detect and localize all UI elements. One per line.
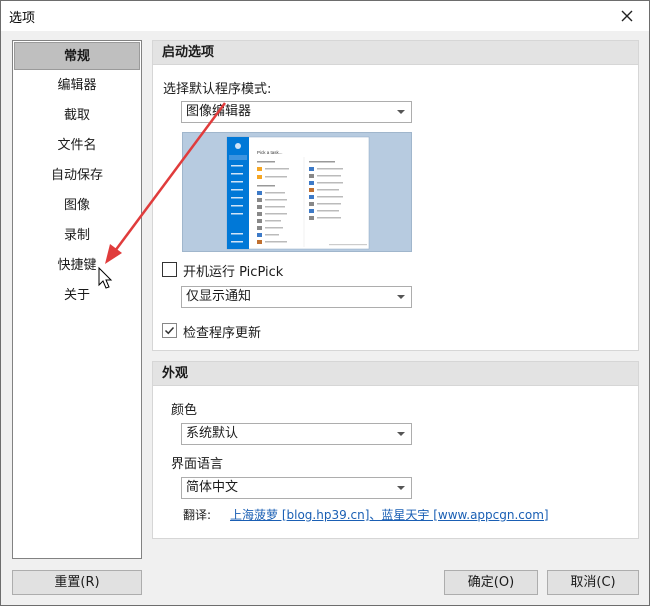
check-updates-label: 检查程序更新	[183, 326, 262, 341]
mode-dropdown-value: 图像编辑器	[186, 104, 252, 119]
run-at-startup-label: 开机运行 PicPick	[183, 265, 284, 280]
appearance-header: 外观	[153, 362, 638, 386]
color-dropdown-value: 系统默认	[186, 426, 239, 441]
sidebar-item-about[interactable]: 关于	[14, 282, 140, 310]
cancel-button[interactable]: 取消(C)	[547, 570, 639, 595]
checkmark-icon	[164, 326, 175, 335]
sidebar-item-hotkeys[interactable]: 快捷键	[14, 252, 140, 280]
window-title: 选项	[9, 11, 36, 26]
ok-button[interactable]: 确定(O)	[444, 570, 538, 595]
language-dropdown[interactable]: 简体中文	[181, 477, 412, 499]
reset-button[interactable]: 重置(R)	[12, 570, 142, 595]
startup-options-header: 启动选项	[153, 41, 638, 65]
translation-label: 翻译:	[183, 508, 212, 522]
sidebar-item-filename[interactable]: 文件名	[14, 132, 140, 160]
color-label: 颜色	[171, 403, 198, 418]
chevron-down-icon	[397, 432, 405, 436]
mode-dropdown[interactable]: 图像编辑器	[181, 101, 412, 123]
chevron-down-icon	[397, 110, 405, 114]
sidebar-item-capture[interactable]: 截取	[14, 102, 140, 130]
language-dropdown-value: 简体中文	[186, 480, 239, 495]
chevron-down-icon	[397, 486, 405, 490]
language-label: 界面语言	[171, 457, 224, 472]
sidebar-nav: 常规 编辑器 截取 文件名 自动保存 图像 录制 快捷键 关于	[12, 40, 142, 559]
run-at-startup-checkbox[interactable]	[162, 262, 177, 277]
sidebar-item-general[interactable]: 常规	[14, 42, 140, 70]
sidebar-item-editor[interactable]: 编辑器	[14, 72, 140, 100]
notify-dropdown-value: 仅显示通知	[186, 289, 252, 304]
translation-link[interactable]: 上海菠萝 [blog.hp39.cn]、蓝星天宇 [www.appcgn.com…	[230, 506, 549, 523]
close-button[interactable]	[613, 4, 641, 28]
notify-dropdown[interactable]: 仅显示通知	[181, 286, 412, 308]
preview-heading: Pick a task...	[257, 150, 283, 155]
options-dialog: 选项 常规 编辑器 截取 文件名 自动保存 图像 录制 快捷键 关于 启动选项 …	[0, 0, 650, 606]
sidebar-item-image[interactable]: 图像	[14, 192, 140, 220]
color-dropdown[interactable]: 系统默认	[181, 423, 412, 445]
check-updates-checkbox[interactable]	[162, 323, 177, 338]
chevron-down-icon	[397, 295, 405, 299]
close-icon	[621, 10, 633, 22]
sidebar-item-autosave[interactable]: 自动保存	[14, 162, 140, 190]
title-bar: 选项	[1, 1, 649, 31]
mode-label: 选择默认程序模式:	[163, 82, 272, 97]
mode-preview-image: Pick a task...	[182, 132, 412, 252]
sidebar-item-record[interactable]: 录制	[14, 222, 140, 250]
